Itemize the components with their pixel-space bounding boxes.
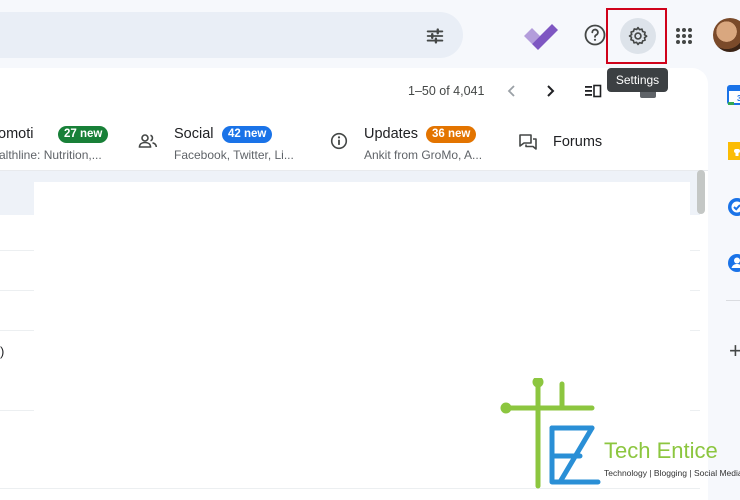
- new-count-badge: 36 new: [426, 126, 477, 143]
- tab-forums[interactable]: Forums: [516, 120, 626, 170]
- tab-social[interactable]: Social 42 new Facebook, Twitter, Li...: [138, 120, 318, 170]
- tab-subtitle: althline: Nutrition,...: [0, 148, 102, 162]
- people-icon: [138, 134, 158, 148]
- settings-highlight-box: [606, 8, 667, 64]
- split-pane-icon: [585, 84, 602, 98]
- google-apps-button[interactable]: [668, 20, 700, 52]
- info-icon: [330, 132, 348, 150]
- tab-subtitle: Ankit from GroMo, A...: [364, 148, 483, 162]
- email-row-text: ): [0, 344, 5, 359]
- scrollbar-thumb[interactable]: [697, 170, 705, 214]
- tab-subtitle: Facebook, Twitter, Li...: [174, 148, 294, 162]
- tasks-icon[interactable]: [726, 196, 740, 218]
- forum-icon: [519, 134, 537, 150]
- tab-updates[interactable]: Updates 36 new Ankit from GroMo, A...: [328, 120, 508, 170]
- side-panel-divider: [726, 300, 740, 301]
- get-addons-button[interactable]: +: [729, 338, 740, 364]
- apps-grid-icon: [676, 28, 692, 44]
- help-circle-icon: [584, 24, 606, 46]
- purple-check-icon[interactable]: [522, 18, 560, 52]
- pagination-range: 1–50 of 4,041: [408, 84, 485, 98]
- settings-tooltip: Settings: [607, 68, 668, 92]
- account-avatar[interactable]: [713, 18, 740, 52]
- chevron-right-icon: [547, 85, 555, 97]
- split-pane-toggle[interactable]: [580, 80, 606, 102]
- keyboard-icon: [640, 92, 656, 98]
- tab-title: Updates: [364, 126, 419, 142]
- contacts-icon[interactable]: [726, 252, 740, 274]
- tune-sliders-icon: [426, 28, 444, 44]
- new-count-badge: 42 new: [222, 126, 273, 143]
- search-options-button[interactable]: [419, 20, 451, 52]
- watermark-tagline: Technology | Blogging | Social Media: [604, 468, 740, 478]
- tab-title: Forums: [553, 134, 603, 150]
- newer-page-button[interactable]: [502, 80, 522, 102]
- older-page-button[interactable]: [540, 80, 560, 102]
- tab-title: omoti: [0, 126, 34, 142]
- search-bar[interactable]: [0, 12, 463, 58]
- tab-promotions[interactable]: omoti 27 new althline: Nutrition,...: [0, 120, 120, 170]
- watermark-title: Tech Entice: [604, 438, 718, 463]
- chevron-left-icon: [507, 85, 515, 97]
- calendar-icon[interactable]: 31: [726, 84, 740, 106]
- new-count-badge: 27 new: [58, 126, 109, 143]
- top-bar: [0, 0, 740, 68]
- tab-title: Social: [174, 126, 214, 142]
- keep-icon[interactable]: [726, 140, 740, 162]
